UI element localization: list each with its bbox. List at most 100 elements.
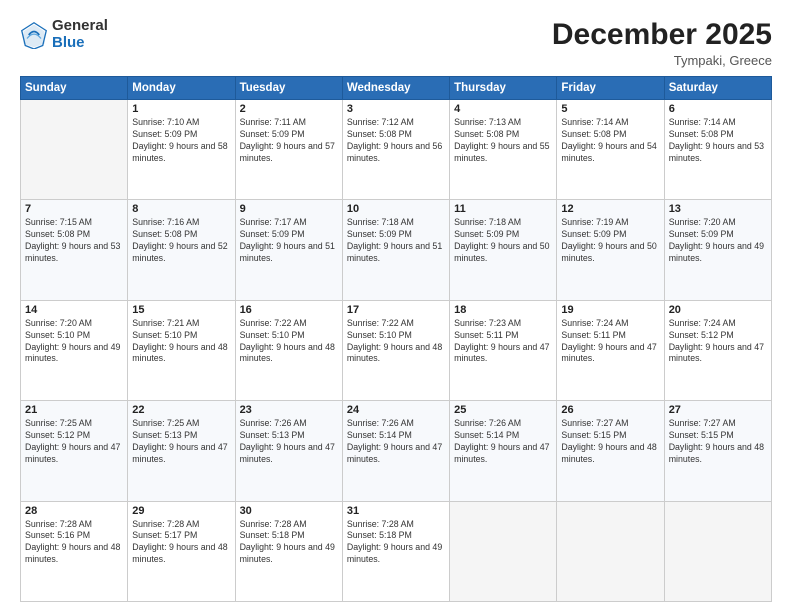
location: Tympaki, Greece bbox=[552, 53, 772, 68]
table-row: 19 Sunrise: 7:24 AMSunset: 5:11 PMDayligh… bbox=[557, 300, 664, 400]
day-info: Sunrise: 7:23 AMSunset: 5:11 PMDaylight:… bbox=[454, 318, 552, 366]
table-row: 24 Sunrise: 7:26 AMSunset: 5:14 PMDayligh… bbox=[342, 401, 449, 501]
day-number: 13 bbox=[669, 203, 767, 215]
table-row: 31Sunrise: 7:28 AMSunset: 5:18 PMDayligh… bbox=[342, 501, 449, 601]
day-number: 16 bbox=[240, 304, 338, 316]
day-info: Sunrise: 7:24 AMSunset: 5:12 PMDaylight:… bbox=[669, 318, 767, 366]
table-row: 1 Sunrise: 7:10 AMSunset: 5:09 PMDaylight… bbox=[128, 100, 235, 200]
day-info: Sunrise: 7:16 AMSunset: 5:08 PMDaylight:… bbox=[132, 217, 230, 265]
logo-blue-text: Blue bbox=[52, 35, 108, 52]
day-number: 7 bbox=[25, 203, 123, 215]
calendar-week-row: 28 Sunrise: 7:28 AMSunset: 5:16 PMDayligh… bbox=[21, 501, 772, 601]
table-row: 4 Sunrise: 7:13 AMSunset: 5:08 PMDaylight… bbox=[450, 100, 557, 200]
table-row: 29 Sunrise: 7:28 AMSunset: 5:17 PMDayligh… bbox=[128, 501, 235, 601]
day-number: 17 bbox=[347, 304, 445, 316]
day-number: 8 bbox=[132, 203, 230, 215]
day-info: Sunrise: 7:28 AMSunset: 5:16 PMDaylight:… bbox=[25, 519, 123, 567]
day-number: 4 bbox=[454, 103, 552, 115]
table-row: 18 Sunrise: 7:23 AMSunset: 5:11 PMDayligh… bbox=[450, 300, 557, 400]
col-friday: Friday bbox=[557, 77, 664, 100]
calendar-table: Sunday Monday Tuesday Wednesday Thursday… bbox=[20, 76, 772, 602]
table-row bbox=[557, 501, 664, 601]
day-info: Sunrise: 7:28 AMSunset: 5:17 PMDaylight:… bbox=[132, 519, 230, 567]
day-info: Sunrise: 7:27 AMSunset: 5:15 PMDaylight:… bbox=[669, 418, 767, 466]
table-row bbox=[450, 501, 557, 601]
day-info: Sunrise: 7:26 AMSunset: 5:14 PMDaylight:… bbox=[347, 418, 445, 466]
day-number: 5 bbox=[561, 103, 659, 115]
calendar-week-row: 7Sunrise: 7:15 AMSunset: 5:08 PMDaylight… bbox=[21, 200, 772, 300]
day-info: Sunrise: 7:25 AMSunset: 5:12 PMDaylight:… bbox=[25, 418, 123, 466]
table-row: 10 Sunrise: 7:18 AMSunset: 5:09 PMDayligh… bbox=[342, 200, 449, 300]
day-info: Sunrise: 7:19 AMSunset: 5:09 PMDaylight:… bbox=[561, 217, 659, 265]
col-monday: Monday bbox=[128, 77, 235, 100]
table-row: 16 Sunrise: 7:22 AMSunset: 5:10 PMDayligh… bbox=[235, 300, 342, 400]
day-info: Sunrise: 7:11 AMSunset: 5:09 PMDaylight:… bbox=[240, 117, 338, 165]
day-info: Sunrise: 7:13 AMSunset: 5:08 PMDaylight:… bbox=[454, 117, 552, 165]
day-number: 2 bbox=[240, 103, 338, 115]
table-row: 30Sunrise: 7:28 AMSunset: 5:18 PMDayligh… bbox=[235, 501, 342, 601]
day-number: 3 bbox=[347, 103, 445, 115]
day-number: 11 bbox=[454, 203, 552, 215]
day-number: 24 bbox=[347, 404, 445, 416]
day-number: 14 bbox=[25, 304, 123, 316]
day-number: 15 bbox=[132, 304, 230, 316]
day-info: Sunrise: 7:17 AMSunset: 5:09 PMDaylight:… bbox=[240, 217, 338, 265]
table-row: 22Sunrise: 7:25 AMSunset: 5:13 PMDayligh… bbox=[128, 401, 235, 501]
day-info: Sunrise: 7:27 AMSunset: 5:15 PMDaylight:… bbox=[561, 418, 659, 466]
day-number: 26 bbox=[561, 404, 659, 416]
day-number: 10 bbox=[347, 203, 445, 215]
logo: General Blue bbox=[20, 18, 108, 51]
table-row: 26 Sunrise: 7:27 AMSunset: 5:15 PMDayligh… bbox=[557, 401, 664, 501]
day-info: Sunrise: 7:20 AMSunset: 5:09 PMDaylight:… bbox=[669, 217, 767, 265]
day-number: 21 bbox=[25, 404, 123, 416]
day-number: 20 bbox=[669, 304, 767, 316]
day-number: 18 bbox=[454, 304, 552, 316]
table-row: 12Sunrise: 7:19 AMSunset: 5:09 PMDayligh… bbox=[557, 200, 664, 300]
calendar-week-row: 14 Sunrise: 7:20 AMSunset: 5:10 PMDayligh… bbox=[21, 300, 772, 400]
day-info: Sunrise: 7:22 AMSunset: 5:10 PMDaylight:… bbox=[240, 318, 338, 366]
day-info: Sunrise: 7:12 AMSunset: 5:08 PMDaylight:… bbox=[347, 117, 445, 165]
table-row bbox=[664, 501, 771, 601]
title-block: December 2025 Tympaki, Greece bbox=[552, 18, 772, 68]
table-row: 21 Sunrise: 7:25 AMSunset: 5:12 PMDayligh… bbox=[21, 401, 128, 501]
page: General Blue December 2025 Tympaki, Gree… bbox=[0, 0, 792, 612]
table-row: 5 Sunrise: 7:14 AMSunset: 5:08 PMDaylight… bbox=[557, 100, 664, 200]
day-info: Sunrise: 7:24 AMSunset: 5:11 PMDaylight:… bbox=[561, 318, 659, 366]
day-info: Sunrise: 7:18 AMSunset: 5:09 PMDaylight:… bbox=[347, 217, 445, 265]
month-title: December 2025 bbox=[552, 18, 772, 51]
day-number: 27 bbox=[669, 404, 767, 416]
day-info: Sunrise: 7:28 AMSunset: 5:18 PMDaylight:… bbox=[240, 519, 338, 567]
logo-icon bbox=[20, 21, 48, 49]
day-number: 28 bbox=[25, 505, 123, 517]
day-number: 31 bbox=[347, 505, 445, 517]
day-info: Sunrise: 7:26 AMSunset: 5:14 PMDaylight:… bbox=[454, 418, 552, 466]
day-info: Sunrise: 7:25 AMSunset: 5:13 PMDaylight:… bbox=[132, 418, 230, 466]
logo-general-text: General bbox=[52, 18, 108, 35]
day-number: 23 bbox=[240, 404, 338, 416]
header: General Blue December 2025 Tympaki, Gree… bbox=[20, 18, 772, 68]
table-row: 13 Sunrise: 7:20 AMSunset: 5:09 PMDayligh… bbox=[664, 200, 771, 300]
table-row: 8 Sunrise: 7:16 AMSunset: 5:08 PMDaylight… bbox=[128, 200, 235, 300]
day-info: Sunrise: 7:14 AMSunset: 5:08 PMDaylight:… bbox=[561, 117, 659, 165]
col-wednesday: Wednesday bbox=[342, 77, 449, 100]
logo-text: General Blue bbox=[52, 18, 108, 51]
day-number: 9 bbox=[240, 203, 338, 215]
day-info: Sunrise: 7:10 AMSunset: 5:09 PMDaylight:… bbox=[132, 117, 230, 165]
day-number: 1 bbox=[132, 103, 230, 115]
table-row: 17Sunrise: 7:22 AMSunset: 5:10 PMDayligh… bbox=[342, 300, 449, 400]
table-row: 25Sunrise: 7:26 AMSunset: 5:14 PMDayligh… bbox=[450, 401, 557, 501]
table-row: 23 Sunrise: 7:26 AMSunset: 5:13 PMDayligh… bbox=[235, 401, 342, 501]
day-info: Sunrise: 7:20 AMSunset: 5:10 PMDaylight:… bbox=[25, 318, 123, 366]
table-row: 15 Sunrise: 7:21 AMSunset: 5:10 PMDayligh… bbox=[128, 300, 235, 400]
day-info: Sunrise: 7:26 AMSunset: 5:13 PMDaylight:… bbox=[240, 418, 338, 466]
day-number: 19 bbox=[561, 304, 659, 316]
table-row: 2 Sunrise: 7:11 AMSunset: 5:09 PMDaylight… bbox=[235, 100, 342, 200]
table-row: 14 Sunrise: 7:20 AMSunset: 5:10 PMDayligh… bbox=[21, 300, 128, 400]
table-row: 7Sunrise: 7:15 AMSunset: 5:08 PMDaylight… bbox=[21, 200, 128, 300]
day-number: 29 bbox=[132, 505, 230, 517]
table-row: 27 Sunrise: 7:27 AMSunset: 5:15 PMDayligh… bbox=[664, 401, 771, 501]
day-info: Sunrise: 7:21 AMSunset: 5:10 PMDaylight:… bbox=[132, 318, 230, 366]
calendar-header-row: Sunday Monday Tuesday Wednesday Thursday… bbox=[21, 77, 772, 100]
table-row: 3 Sunrise: 7:12 AMSunset: 5:08 PMDaylight… bbox=[342, 100, 449, 200]
col-thursday: Thursday bbox=[450, 77, 557, 100]
